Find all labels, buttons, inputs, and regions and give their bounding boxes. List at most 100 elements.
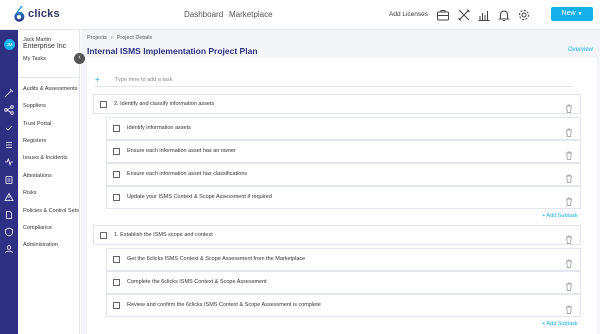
task-label: Identify information assets: [127, 125, 191, 131]
sidebar-item-issues[interactable]: Issues & Incidents: [0, 152, 80, 167]
task-checkbox[interactable]: [113, 279, 120, 286]
trash-icon[interactable]: [565, 100, 573, 113]
trash-icon[interactable]: [565, 231, 573, 244]
tasks-icon: [4, 55, 14, 65]
sidebar-item-label: Issues & Incidents: [23, 155, 68, 161]
admin-icon: [4, 241, 14, 254]
sidebar-item-trust-portal[interactable]: Trust Portal: [0, 118, 80, 132]
task-checkbox[interactable]: [113, 125, 120, 132]
task-label: 2. Identify and classify information ass…: [114, 101, 215, 107]
task-row[interactable]: 1. Establish the ISMS scope and context: [93, 225, 581, 245]
issues-icon: [4, 154, 14, 167]
trash-icon[interactable]: [565, 170, 573, 183]
task-label: Complete the 6clicks ISMS Context & Scop…: [127, 279, 267, 285]
sidebar-item-label: Compliance: [23, 225, 53, 231]
subtask-row[interactable]: Ensure each information asset has an own…: [106, 140, 581, 163]
sidebar-item-attestations[interactable]: Attestations: [0, 170, 80, 184]
sidebar-item-label: Audits & Assessments: [23, 86, 78, 92]
trash-icon[interactable]: [565, 278, 573, 291]
main-area: Projects › Project Details Internal ISMS I…: [81, 30, 600, 334]
add-licenses-link[interactable]: Add Licenses: [389, 11, 428, 18]
plus-icon: +: [95, 75, 100, 84]
task-list-panel: + Type here to add a task 2. Identify an…: [87, 58, 597, 334]
task-label: Ensure each information asset has an own…: [127, 148, 236, 154]
task-label: Get the 6clicks ISMS Context & Scope Ass…: [127, 256, 306, 262]
task-label: Review and confirm the 6clicks ISMS Cont…: [127, 302, 321, 308]
sidebar-item-compliance[interactable]: Compliance: [0, 222, 80, 237]
gear-icon[interactable]: [517, 8, 531, 22]
logo-mark-icon: [12, 5, 26, 23]
sidebar-divider: [18, 77, 80, 78]
trust-icon: [4, 120, 14, 131]
avatar[interactable]: JM: [4, 39, 15, 50]
sidebar-item-label: My Tasks: [23, 56, 46, 62]
trash-icon[interactable]: [565, 147, 573, 160]
nav-marketplace[interactable]: Marketplace: [229, 10, 273, 19]
sidebar-item-suppliers[interactable]: Suppliers: [0, 100, 80, 115]
task-label: Update your ISMS Context & Scope Assessm…: [127, 194, 272, 200]
sidebar-item-my-tasks[interactable]: My Tasks: [0, 53, 80, 67]
chart-icon[interactable]: [477, 8, 491, 22]
sidebar-item-administration[interactable]: Administration: [0, 239, 80, 254]
new-button-label: New: [561, 10, 576, 17]
task-checkbox[interactable]: [100, 101, 107, 108]
logo-text: clicks: [28, 8, 60, 20]
trash-icon[interactable]: [565, 301, 573, 314]
task-row[interactable]: 2. Identify and classify information ass…: [93, 94, 581, 114]
subtask-row[interactable]: Ensure each information asset has classi…: [106, 163, 581, 186]
sidebar-item-label: Suppliers: [23, 103, 46, 109]
add-subtask-link[interactable]: + Add Subtask: [542, 321, 578, 327]
suppliers-icon: [4, 102, 14, 115]
sidebar-item-registers[interactable]: Registers: [0, 135, 80, 149]
sidebar-item-risks[interactable]: Risks: [0, 187, 80, 201]
new-task-input[interactable]: + Type here to add a task: [95, 75, 573, 87]
sidebar-item-label: Risks: [23, 190, 37, 196]
sidebar-item-audits[interactable]: Audits & Assessments: [0, 83, 80, 98]
logo[interactable]: clicks: [12, 5, 60, 23]
policies-icon: [4, 207, 14, 219]
task-checkbox[interactable]: [113, 302, 120, 309]
trash-icon[interactable]: [565, 255, 573, 268]
compliance-icon: [4, 224, 14, 237]
trash-icon[interactable]: [565, 124, 573, 137]
add-subtask-link[interactable]: + Add Subtask: [542, 213, 578, 219]
tools-icon[interactable]: [457, 8, 471, 22]
overview-link[interactable]: Overview: [568, 47, 593, 53]
sidebar-collapse-button[interactable]: ‹: [74, 53, 85, 64]
org-name: Enterprise Inc: [23, 43, 67, 50]
subtask-row[interactable]: Update your ISMS Context & Scope Assessm…: [106, 186, 581, 209]
breadcrumb-projects[interactable]: Projects: [87, 35, 107, 41]
task-checkbox[interactable]: [100, 232, 107, 239]
task-checkbox[interactable]: [113, 148, 120, 155]
task-checkbox[interactable]: [113, 256, 120, 263]
briefcase-icon[interactable]: [436, 8, 450, 22]
sidebar-item-label: Attestations: [23, 173, 52, 179]
sidebar-item-label: Trust Portal: [23, 121, 52, 127]
breadcrumb: Projects › Project Details: [87, 35, 152, 41]
sidebar-item-label: Registers: [23, 138, 47, 144]
subtask-row[interactable]: Complete the 6clicks ISMS Context & Scop…: [106, 271, 581, 294]
chevron-down-icon: ▼: [577, 11, 583, 17]
task-label: Ensure each information asset has classi…: [127, 171, 248, 177]
registers-icon: [4, 137, 14, 148]
task-checkbox[interactable]: [113, 194, 120, 201]
audit-icon: [4, 85, 14, 98]
sidebar-item-label: Administration: [23, 242, 58, 248]
risks-icon: [4, 189, 14, 201]
sidebar-item-label: Policies & Control Sets: [23, 208, 79, 214]
new-button[interactable]: New ▼: [551, 7, 593, 21]
subtask-row[interactable]: Get the 6clicks ISMS Context & Scope Ass…: [106, 248, 581, 271]
top-header: clicks Dashboard Marketplace Add License…: [0, 0, 600, 30]
task-checkbox[interactable]: [113, 171, 120, 178]
breadcrumb-project-details: Project Details: [116, 35, 153, 41]
subtask-row[interactable]: Review and confirm the 6clicks ISMS Cont…: [106, 294, 581, 317]
bell-icon[interactable]: [497, 8, 511, 22]
task-label: 1. Establish the ISMS scope and context: [114, 232, 213, 238]
page-title: Internal ISMS Implementation Project Pla…: [87, 46, 258, 56]
subtask-row[interactable]: Identify information assets: [106, 117, 581, 140]
nav-dashboard[interactable]: Dashboard: [184, 10, 223, 19]
sidebar-item-policies[interactable]: Policies & Control Sets: [0, 205, 80, 219]
trash-icon[interactable]: [565, 193, 573, 206]
breadcrumb-separator: ›: [110, 35, 113, 41]
new-task-placeholder: Type here to add a task: [115, 77, 173, 83]
